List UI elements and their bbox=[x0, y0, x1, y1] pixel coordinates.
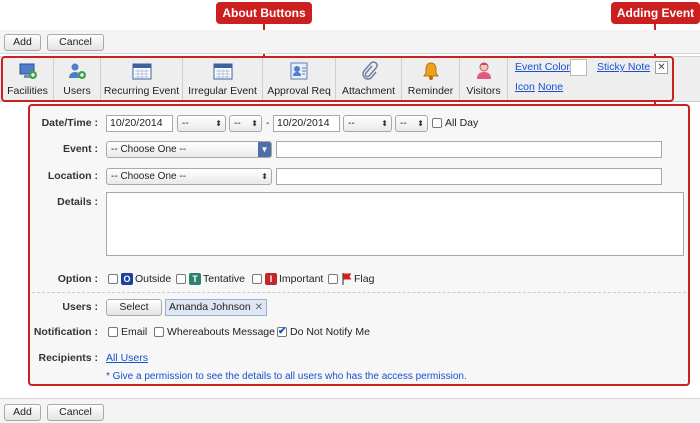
location-input[interactable] bbox=[276, 168, 662, 185]
cancel-button-bottom[interactable]: Cancel bbox=[47, 404, 104, 421]
date-separator: - bbox=[266, 117, 270, 129]
updown-arrow-icon: ⬍ bbox=[381, 119, 388, 128]
about-buttons-callout: About Buttons bbox=[216, 2, 312, 24]
form-divider bbox=[32, 292, 686, 293]
end-date-input[interactable]: 10/20/2014 bbox=[273, 115, 340, 132]
important-label: Important bbox=[279, 273, 324, 285]
all-day-label: All Day bbox=[445, 117, 479, 129]
updown-arrow-icon: ⬍ bbox=[215, 119, 222, 128]
event-type-value: -- Choose One -- bbox=[111, 144, 187, 155]
add-button-top[interactable]: Add bbox=[4, 34, 41, 51]
permission-note: * Give a permission to see the details t… bbox=[106, 371, 467, 382]
chevron-down-icon: ▼ bbox=[258, 142, 271, 157]
flag-label: Flag bbox=[354, 273, 375, 285]
tentative-checkbox[interactable] bbox=[176, 274, 186, 284]
do-not-notify-checkbox[interactable]: ✔ bbox=[277, 327, 287, 337]
tentative-label: Tentative bbox=[203, 273, 246, 285]
outside-label: Outside bbox=[135, 273, 172, 285]
important-checkbox[interactable] bbox=[252, 274, 262, 284]
about-buttons-highlight bbox=[1, 56, 674, 102]
whereabouts-checkbox[interactable] bbox=[154, 327, 164, 337]
email-checkbox[interactable] bbox=[108, 327, 118, 337]
updown-arrow-icon: ⬍ bbox=[417, 119, 424, 128]
start-hour-select[interactable]: -- ⬍ bbox=[177, 115, 226, 132]
select-users-button[interactable]: Select bbox=[106, 299, 162, 316]
all-users-link[interactable]: All Users bbox=[106, 352, 148, 364]
end-hour-select[interactable]: -- ⬍ bbox=[343, 115, 392, 132]
event-label: Event : bbox=[62, 143, 98, 155]
all-day-checkbox[interactable] bbox=[432, 118, 442, 128]
location-select[interactable]: -- Choose One -- ⬍ bbox=[106, 168, 272, 185]
whereabouts-label: Whereabouts Message bbox=[167, 326, 275, 338]
important-badge-icon: I bbox=[265, 273, 277, 285]
location-label: Location : bbox=[47, 170, 98, 182]
details-label: Details : bbox=[57, 196, 98, 208]
option-label: Option : bbox=[57, 273, 98, 285]
notification-label: Notification : bbox=[33, 326, 98, 338]
flag-icon bbox=[342, 273, 352, 285]
updown-arrow-icon: ⬍ bbox=[261, 172, 268, 181]
selected-user-chip: Amanda Johnson ✕ bbox=[165, 299, 267, 316]
outside-badge-icon: O bbox=[121, 273, 133, 285]
do-not-notify-label: Do Not Notify Me bbox=[290, 326, 370, 338]
bottom-action-bar: Add Cancel bbox=[0, 398, 700, 423]
selected-user-name: Amanda Johnson bbox=[169, 301, 251, 313]
details-textarea[interactable] bbox=[106, 192, 684, 256]
end-hour-value: -- bbox=[348, 118, 355, 129]
flag-checkbox[interactable] bbox=[328, 274, 338, 284]
event-title-input[interactable] bbox=[276, 141, 662, 158]
location-value: -- Choose One -- bbox=[111, 171, 187, 182]
datetime-label: Date/Time : bbox=[41, 117, 98, 129]
start-date-input[interactable]: 10/20/2014 bbox=[106, 115, 173, 132]
start-minute-select[interactable]: -- ⬍ bbox=[229, 115, 262, 132]
tentative-badge-icon: T bbox=[189, 273, 201, 285]
end-minute-select[interactable]: -- ⬍ bbox=[395, 115, 428, 132]
updown-arrow-icon: ⬍ bbox=[251, 119, 258, 128]
outside-checkbox[interactable] bbox=[108, 274, 118, 284]
recipients-label: Recipients : bbox=[38, 352, 98, 364]
top-action-bar: Add Cancel bbox=[0, 30, 700, 54]
remove-user-icon[interactable]: ✕ bbox=[255, 300, 263, 315]
adding-event-callout: Adding Event bbox=[611, 2, 700, 24]
start-hour-value: -- bbox=[182, 118, 189, 129]
end-minute-value: -- bbox=[400, 118, 407, 129]
cancel-button-top[interactable]: Cancel bbox=[47, 34, 104, 51]
users-field-label: Users : bbox=[62, 301, 98, 313]
add-button-bottom[interactable]: Add bbox=[4, 404, 41, 421]
email-label: Email bbox=[121, 326, 148, 338]
start-minute-value: -- bbox=[234, 118, 241, 129]
event-type-select[interactable]: -- Choose One -- ▼ bbox=[106, 141, 272, 158]
